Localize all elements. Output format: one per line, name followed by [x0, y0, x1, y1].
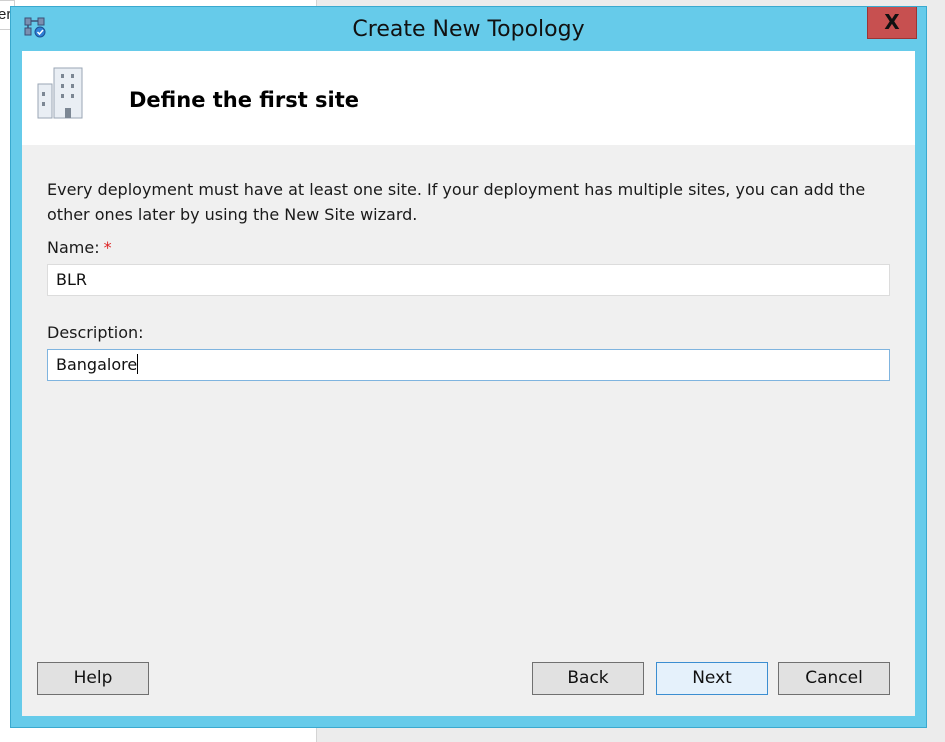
name-input[interactable]: BLR	[47, 264, 890, 296]
cancel-button[interactable]: Cancel	[778, 662, 890, 695]
description-input[interactable]: Bangalore	[47, 349, 890, 381]
dialog-client-area: Define the first site Every deployment m…	[22, 51, 915, 716]
wizard-header: Define the first site	[22, 51, 915, 145]
required-marker: *	[103, 238, 112, 257]
intro-text: Every deployment must have at least one …	[47, 180, 866, 224]
help-button[interactable]: Help	[37, 662, 149, 695]
text-caret	[137, 354, 139, 374]
page-title: Define the first site	[129, 88, 360, 112]
name-input-value: BLR	[56, 270, 88, 289]
create-topology-dialog: Create New Topology X Define the first s…	[10, 6, 927, 728]
name-label: Name: *	[47, 238, 112, 257]
description-input-value: Bangalore	[56, 355, 138, 374]
name-label-text: Name:	[47, 238, 100, 257]
close-button[interactable]: X	[867, 7, 917, 39]
dialog-title: Create New Topology	[352, 17, 585, 42]
building-icon	[37, 67, 83, 119]
title-bar[interactable]: Create New Topology X	[11, 7, 926, 51]
back-button[interactable]: Back	[532, 662, 644, 695]
next-button[interactable]: Next	[656, 662, 768, 695]
description-label: Description:	[47, 323, 144, 342]
